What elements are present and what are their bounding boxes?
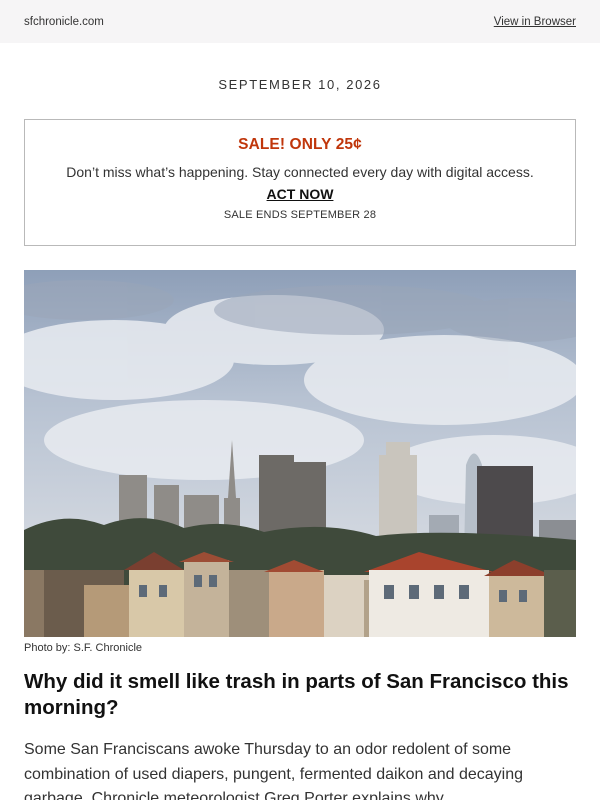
article-headline[interactable]: Why did it smell like trash in parts of … [24, 669, 576, 721]
view-in-browser-link[interactable]: View in Browser [494, 16, 576, 28]
article-summary: Some San Franciscans awoke Thursday to a… [24, 741, 524, 800]
skyline-photo-image [24, 270, 576, 637]
promo-title: SALE! ONLY 25¢ [238, 136, 362, 153]
act-now-link[interactable]: ACT NOW [267, 186, 334, 202]
newsletter-date: SEPTEMBER 10, 2026 [218, 77, 382, 92]
photo-credit: Photo by: S.F. Chronicle [24, 642, 143, 654]
promo-message: Don’t miss what’s happening. Stay connec… [66, 164, 534, 180]
promo-box: SALE! ONLY 25¢ Don’t miss what’s happeni… [24, 119, 576, 246]
article-photo[interactable] [24, 270, 576, 637]
promo-end-date: SALE ENDS SEPTEMBER 28 [223, 209, 377, 221]
site-domain: sfchronicle.com [24, 15, 104, 28]
email-header-bar: sfchronicle.com View in Browser [0, 0, 600, 43]
